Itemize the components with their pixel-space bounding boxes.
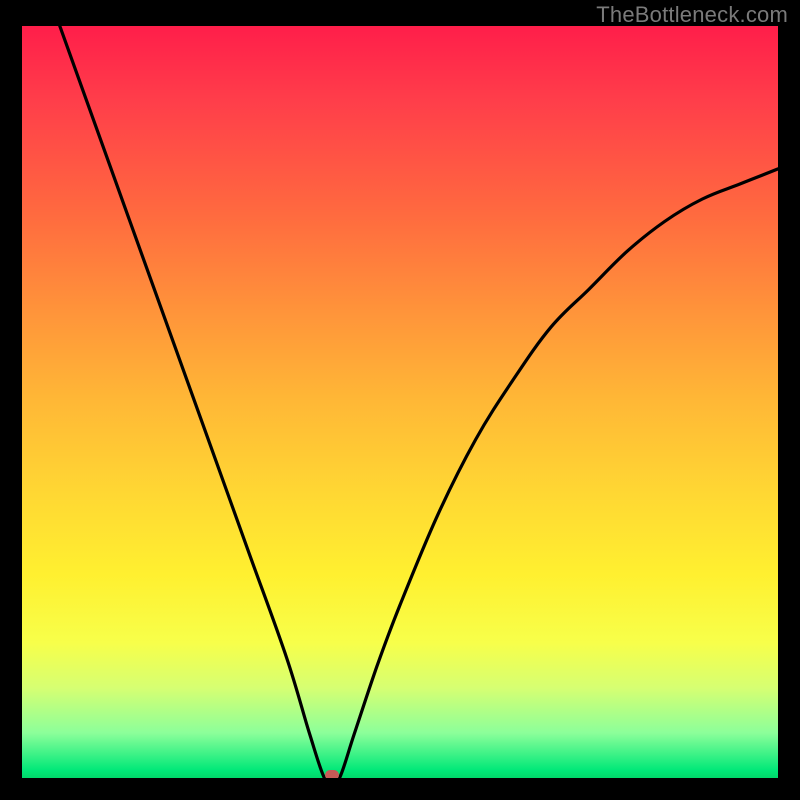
- valley-marker: [325, 770, 339, 778]
- curve-path: [60, 26, 778, 778]
- chart-frame: TheBottleneck.com: [0, 0, 800, 800]
- bottleneck-curve: [22, 26, 778, 778]
- watermark-label: TheBottleneck.com: [596, 2, 788, 28]
- plot-area: [22, 26, 778, 778]
